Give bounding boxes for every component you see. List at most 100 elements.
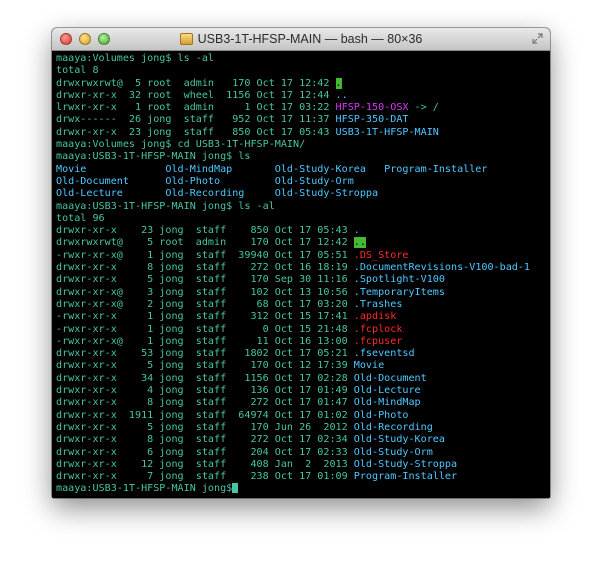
terminal-line: maaya:Volumes jong$ ls -al — [56, 53, 546, 65]
file-name: Movie Old-MindMap Old-Study-Korea Progra… — [56, 163, 488, 175]
terminal-line: drwxr-xr-x 6 jong staff 204 Oct 17 02:33… — [56, 447, 546, 459]
line-text: drwxr-xr-x 7 jong staff 238 Oct 17 01:09 — [56, 471, 354, 483]
external-drive-icon — [179, 33, 193, 45]
line-text: drwxr-xr-x@ 2 jong staff 68 Oct 17 03:20 — [56, 298, 354, 310]
title-bar[interactable]: USB3-1T-HFSP-MAIN — bash — 80×36 — [52, 28, 550, 51]
terminal-line: total 96 — [56, 213, 546, 225]
terminal-output[interactable]: maaya:Volumes jong$ ls -al total 8 drwxrwx… — [52, 51, 550, 498]
terminal-line: drwxr-xr-x 53 jong staff 1802 Oct 17 05:… — [56, 348, 546, 360]
terminal-line: -rwxr-xr-x 1 jong staff 0 Oct 15 21:48 .… — [56, 324, 546, 336]
line-text: total 96 — [56, 212, 105, 224]
line-text: maaya:USB3-1T-HFSP-MAIN jong$ ls — [56, 151, 251, 163]
file-name: .. — [353, 237, 366, 249]
file-name: . — [335, 77, 342, 89]
terminal-line: Old-Document Old-Photo Old-Study-Orm — [56, 176, 546, 188]
terminal-line: maaya:USB3-1T-HFSP-MAIN jong$ ls -al — [56, 201, 546, 213]
line-text: lrwxr-xr-x 1 root admin 1 Oct 17 03:22 — [56, 102, 336, 114]
file-name: .. — [335, 89, 348, 101]
terminal-line: -rwxr-xr-x@ 1 jong staff 39940 Oct 17 05… — [56, 250, 546, 262]
terminal-line: drwxr-xr-x 23 jong staff 850 Oct 17 05:4… — [56, 225, 546, 237]
file-name: .DS_Store — [353, 249, 409, 261]
line-text: drwxr-xr-x 5 jong staff 170 Oct 12 17:39 — [56, 360, 354, 372]
file-name: Old-Recording — [353, 421, 433, 433]
terminal-line: drwxr-xr-x 23 jong staff 850 Oct 17 05:4… — [56, 127, 546, 139]
file-name: USB3-1T-HFSP-MAIN — [335, 126, 439, 138]
terminal-line: drwxr-xr-x@ 3 jong staff 102 Oct 13 10:5… — [56, 287, 546, 299]
terminal-line: drwxr-xr-x 7 jong staff 238 Oct 17 01:09… — [56, 471, 546, 483]
symlink-target: -> / — [408, 102, 439, 114]
terminal-line: Old-Lecture Old-Recording Old-Study-Stro… — [56, 188, 546, 200]
file-name: Old-Study-Stroppa — [353, 458, 458, 470]
terminal-line: drwxr-xr-x 5 jong staff 170 Oct 12 17:39… — [56, 360, 546, 372]
terminal-line: Movie Old-MindMap Old-Study-Korea Progra… — [56, 164, 546, 176]
file-name: Old-Document — [353, 372, 427, 384]
file-name: .TemporaryItems — [353, 286, 445, 298]
file-name: . — [353, 225, 360, 237]
terminal-line: drwxr-xr-x 5 jong staff 170 Jun 26 2012 … — [56, 422, 546, 434]
terminal-line: drwxr-xr-x 34 jong staff 1156 Oct 17 02:… — [56, 373, 546, 385]
file-name: .fseventsd — [353, 348, 415, 360]
line-text: drwxr-xr-x 34 jong staff 1156 Oct 17 02:… — [56, 372, 354, 384]
line-text: drwxr-xr-x 4 jong staff 136 Oct 17 01:49 — [56, 385, 354, 397]
line-text: drwxrwxrwt@ 5 root admin 170 Oct 17 12:4… — [56, 77, 336, 89]
terminal-line: drwxr-xr-x 8 jong staff 272 Oct 17 01:47… — [56, 397, 546, 409]
line-text: -rwxr-xr-x 1 jong staff 312 Oct 15 17:41 — [56, 311, 354, 323]
terminal-line: drwxrwxrwt@ 5 root admin 170 Oct 17 12:4… — [56, 77, 546, 90]
line-text: drwxr-xr-x 23 jong staff 850 Oct 17 05:4… — [56, 225, 354, 237]
terminal-line: drwxr-xr-x 8 jong staff 272 Oct 17 02:34… — [56, 434, 546, 446]
fullscreen-icon[interactable] — [532, 33, 543, 44]
file-name: Movie — [353, 360, 385, 372]
terminal-line: maaya:USB3-1T-HFSP-MAIN jong$ — [56, 483, 546, 495]
line-text: -rwxr-xr-x@ 1 jong staff 11 Oct 16 13:00 — [56, 335, 354, 347]
terminal-line: drwxr-xr-x 8 jong staff 272 Oct 16 18:19… — [56, 262, 546, 274]
line-text: drwxr-xr-x 23 jong staff 850 Oct 17 05:4… — [56, 126, 336, 138]
file-name: Old-Photo — [353, 409, 409, 421]
file-name: HFSP-150-OSX — [335, 102, 409, 114]
file-name: HFSP-350-DAT — [335, 114, 409, 126]
file-name: .Spotlight-V100 — [353, 274, 445, 286]
file-name: .fcplock — [353, 323, 403, 335]
terminal-line: drwxrwxrwt@ 5 root admin 170 Oct 17 12:4… — [56, 237, 546, 249]
file-name: Old-Study-Orm — [353, 446, 433, 458]
terminal-window: USB3-1T-HFSP-MAIN — bash — 80×36 maaya:V… — [52, 28, 550, 498]
line-text: drwxr-xr-x 5 jong staff 170 Jun 26 2012 — [56, 421, 354, 433]
terminal-line: drwxr-xr-x 32 root wheel 1156 Oct 17 12:… — [56, 90, 546, 102]
terminal-line: drwxr-xr-x 12 jong staff 408 Jan 2 2013 … — [56, 459, 546, 471]
line-text: drwxr-xr-x 32 root wheel 1156 Oct 17 12:… — [56, 89, 336, 101]
line-text: drwx------ 26 jong staff 952 Oct 17 11:3… — [56, 114, 336, 126]
terminal-line: lrwxr-xr-x 1 root admin 1 Oct 17 03:22 H… — [56, 102, 546, 114]
text-cursor — [232, 483, 239, 494]
line-text: -rwxr-xr-x@ 1 jong staff 39940 Oct 17 05… — [56, 249, 354, 261]
line-text: drwxr-xr-x 12 jong staff 408 Jan 2 2013 — [56, 458, 354, 470]
line-text: drwxr-xr-x 8 jong staff 272 Oct 16 18:19 — [56, 262, 354, 274]
line-text: drwxrwxrwt@ 5 root admin 170 Oct 17 12:4… — [56, 237, 354, 249]
terminal-line: drwxr-xr-x 4 jong staff 136 Oct 17 01:49… — [56, 385, 546, 397]
line-text: drwxr-xr-x 6 jong staff 204 Oct 17 02:33 — [56, 446, 354, 458]
file-name: Old-Study-Korea — [353, 434, 445, 446]
line-text: drwxr-xr-x 8 jong staff 272 Oct 17 01:47 — [56, 397, 354, 409]
terminal-line: maaya:USB3-1T-HFSP-MAIN jong$ ls — [56, 151, 546, 163]
file-name: .fcpuser — [353, 335, 403, 347]
terminal-line: drwx------ 26 jong staff 952 Oct 17 11:3… — [56, 114, 546, 126]
file-name: .DocumentRevisions-V100-bad-1 — [353, 262, 531, 274]
line-text: maaya:USB3-1T-HFSP-MAIN jong$ — [56, 483, 233, 495]
title-wrap: USB3-1T-HFSP-MAIN — bash — 80×36 — [52, 28, 550, 50]
file-name: .apdisk — [353, 311, 397, 323]
line-text: maaya:Volumes jong$ cd USB3-1T-HFSP-MAIN… — [56, 139, 306, 151]
line-text: maaya:Volumes jong$ ls -al — [56, 53, 215, 64]
line-text: drwxr-xr-x 53 jong staff 1802 Oct 17 05:… — [56, 348, 354, 360]
line-text: total 8 — [56, 65, 99, 77]
terminal-line: drwxr-xr-x 1911 jong staff 64974 Oct 17 … — [56, 410, 546, 422]
line-text: drwxr-xr-x@ 3 jong staff 102 Oct 13 10:5… — [56, 286, 354, 298]
file-name: .Trashes — [353, 298, 403, 310]
terminal-line: -rwxr-xr-x@ 1 jong staff 11 Oct 16 13:00… — [56, 336, 546, 348]
file-name: Old-MindMap — [353, 397, 421, 409]
file-name: Old-Document Old-Photo Old-Study-Orm — [56, 175, 354, 187]
line-text: drwxr-xr-x 1911 jong staff 64974 Oct 17 … — [56, 409, 354, 421]
terminal-line: drwxr-xr-x 5 jong staff 170 Sep 30 11:16… — [56, 274, 546, 286]
window-title: USB3-1T-HFSP-MAIN — bash — 80×36 — [197, 32, 423, 46]
terminal-line: drwxr-xr-x@ 2 jong staff 68 Oct 17 03:20… — [56, 299, 546, 311]
terminal-line: total 8 — [56, 65, 546, 77]
terminal-line: -rwxr-xr-x 1 jong staff 312 Oct 15 17:41… — [56, 311, 546, 323]
line-text: -rwxr-xr-x 1 jong staff 0 Oct 15 21:48 — [56, 323, 354, 335]
